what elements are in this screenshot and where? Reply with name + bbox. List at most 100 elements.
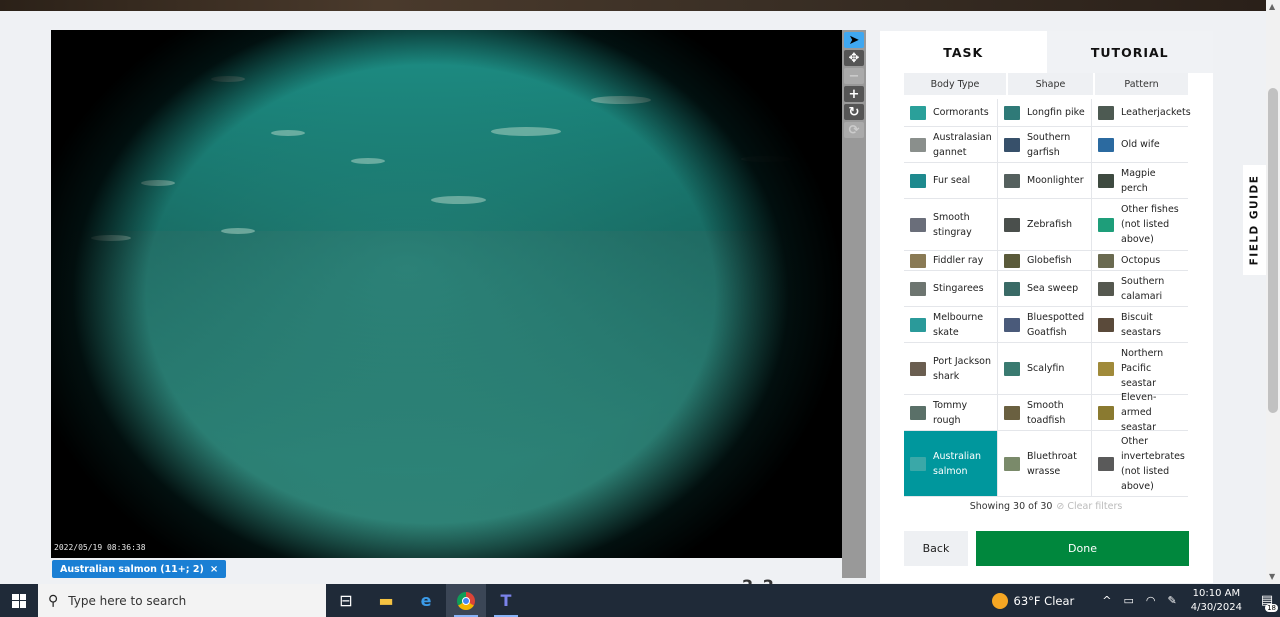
tab-tutorial[interactable]: TUTORIAL [1046, 31, 1213, 73]
clock-time: 10:10 AM [1192, 587, 1241, 599]
page-scrollbar[interactable]: ▲ ▼ [1266, 0, 1280, 584]
panel-tabs: TASK TUTORIAL [880, 31, 1213, 73]
task-panel: TASK TUTORIAL Body Type Shape Pattern Co… [880, 31, 1213, 583]
species-thumbnail-icon [1098, 405, 1114, 420]
wifi-icon[interactable]: ◠ [1146, 594, 1156, 607]
species-label: Southern calamari [1121, 275, 1165, 302]
back-button[interactable]: Back [904, 531, 968, 566]
teams-icon[interactable]: T [486, 584, 526, 617]
species-thumbnail-icon [1098, 217, 1114, 232]
species-option[interactable]: Bluethroat wrasse [998, 431, 1092, 497]
species-thumbnail-icon [910, 405, 926, 420]
species-thumbnail-icon [1004, 456, 1020, 471]
species-thumbnail-icon [1004, 105, 1020, 120]
species-thumbnail-icon [910, 105, 926, 120]
filter-pattern[interactable]: Pattern [1095, 73, 1188, 95]
species-thumbnail-icon [910, 317, 926, 332]
species-option[interactable]: Southern calamari [1092, 271, 1188, 307]
species-option[interactable]: Stingarees [904, 271, 998, 307]
clear-filters-link[interactable]: ⊘ Clear filters [1056, 501, 1122, 512]
species-option[interactable]: Scalyfin [998, 343, 1092, 395]
species-option[interactable]: Bluespotted Goatfish [998, 307, 1092, 343]
species-thumbnail-icon [1098, 456, 1114, 471]
species-option[interactable]: Octopus [1092, 251, 1188, 271]
species-label: Scalyfin [1027, 363, 1065, 374]
species-label: Globefish [1027, 255, 1072, 266]
reset-icon[interactable]: ⟳ [844, 122, 864, 138]
zoom-out-icon[interactable]: − [844, 68, 864, 84]
species-option[interactable]: Other invertebrates (not listed above) [1092, 431, 1188, 497]
species-thumbnail-icon [1098, 173, 1114, 188]
species-thumbnail-icon [1004, 217, 1020, 232]
notification-icon[interactable]: ▤ 18 [1254, 584, 1280, 617]
species-option[interactable]: Old wife [1092, 127, 1188, 163]
chevron-up-icon[interactable]: ^ [1102, 594, 1111, 607]
zoom-in-icon[interactable]: + [844, 86, 864, 102]
species-option[interactable]: Longfin pike [998, 99, 1092, 127]
scroll-down-icon[interactable]: ▼ [1269, 572, 1275, 581]
species-option[interactable]: Smooth toadfish [998, 395, 1092, 431]
species-option[interactable]: Other fishes (not listed above) [1092, 199, 1188, 251]
species-label: Fur seal [933, 175, 971, 186]
battery-icon[interactable]: ▭ [1123, 594, 1133, 607]
species-label: Australasian gannet [933, 131, 992, 158]
species-option[interactable]: Melbourne skate [904, 307, 998, 343]
annotation-tag[interactable]: Australian salmon (11+; 2) × [52, 560, 227, 578]
species-option[interactable]: Leatherjackets [1092, 99, 1191, 127]
species-option[interactable]: Zebrafish [998, 199, 1092, 251]
task-view-icon[interactable]: ⊟ [326, 584, 366, 617]
pointer-tool-icon[interactable]: ➤ [844, 32, 864, 48]
tab-task[interactable]: TASK [880, 31, 1047, 73]
species-option[interactable]: Smooth stingray [904, 199, 998, 251]
filter-body-type[interactable]: Body Type [904, 73, 1008, 95]
subject-image-viewer[interactable]: 2022/05/19 08:36:38 [51, 30, 842, 558]
species-label: Tommy rough [933, 399, 968, 426]
species-option[interactable]: Tommy rough [904, 395, 998, 431]
pen-icon[interactable]: ✎ [1168, 594, 1177, 607]
clock-date: 4/30/2024 [1190, 601, 1242, 613]
field-guide-button[interactable]: FIELD GUIDE [1243, 165, 1266, 275]
species-thumbnail-icon [1098, 281, 1114, 296]
species-label: Smooth stingray [933, 211, 972, 238]
species-thumbnail-icon [1004, 361, 1020, 376]
notification-badge: 18 [1265, 604, 1278, 612]
filter-shape[interactable]: Shape [1008, 73, 1095, 95]
species-option[interactable]: Port Jackson shark [904, 343, 998, 395]
species-option[interactable]: Fur seal [904, 163, 998, 199]
species-label: Sea sweep [1027, 283, 1079, 294]
start-button[interactable] [0, 584, 38, 617]
species-label: Moonlighter [1027, 175, 1084, 186]
species-label: Magpie perch [1121, 167, 1156, 194]
species-thumbnail-icon [910, 361, 926, 376]
taskbar-clock[interactable]: 10:10 AM 4/30/2024 [1191, 587, 1242, 615]
move-tool-icon[interactable]: ✥ [844, 50, 864, 66]
file-explorer-icon[interactable]: ▬ [366, 584, 406, 617]
weather-widget[interactable]: 63°F Clear [991, 592, 1074, 609]
species-option[interactable]: Southern garfish [998, 127, 1092, 163]
rotate-icon[interactable]: ↻ [844, 104, 864, 120]
species-thumbnail-icon [1098, 253, 1114, 268]
species-option[interactable]: Fiddler ray [904, 251, 998, 271]
species-option[interactable]: Cormorants [904, 99, 998, 127]
species-option[interactable]: Eleven-armed seastar [1092, 392, 1188, 433]
species-option[interactable]: Biscuit seastars [1092, 307, 1188, 343]
scroll-up-icon[interactable]: ▲ [1269, 2, 1275, 11]
chrome-icon[interactable] [446, 584, 486, 617]
close-icon[interactable]: × [210, 564, 218, 575]
species-option[interactable]: Moonlighter [998, 163, 1092, 199]
species-label: Other fishes (not listed above) [1121, 204, 1179, 245]
edge-browser-icon[interactable]: e [406, 584, 446, 617]
species-option[interactable]: Sea sweep [998, 271, 1092, 307]
species-option[interactable]: Globefish [998, 251, 1092, 271]
species-option[interactable]: Australian salmon [904, 431, 998, 497]
taskbar-search[interactable]: ⚲ Type here to search [38, 584, 326, 617]
species-option[interactable]: Australasian gannet [904, 127, 998, 163]
species-option[interactable]: Magpie perch [1092, 163, 1188, 199]
species-option[interactable]: Northern Pacific seastar [1092, 343, 1188, 395]
scrollbar-thumb[interactable] [1268, 88, 1278, 413]
species-label: Zebrafish [1027, 219, 1073, 230]
done-button[interactable]: Done [976, 531, 1189, 566]
species-thumbnail-icon [910, 217, 926, 232]
results-count: Showing 30 of 30 ⊘ Clear filters [904, 501, 1188, 512]
windows-logo-icon [12, 593, 26, 608]
